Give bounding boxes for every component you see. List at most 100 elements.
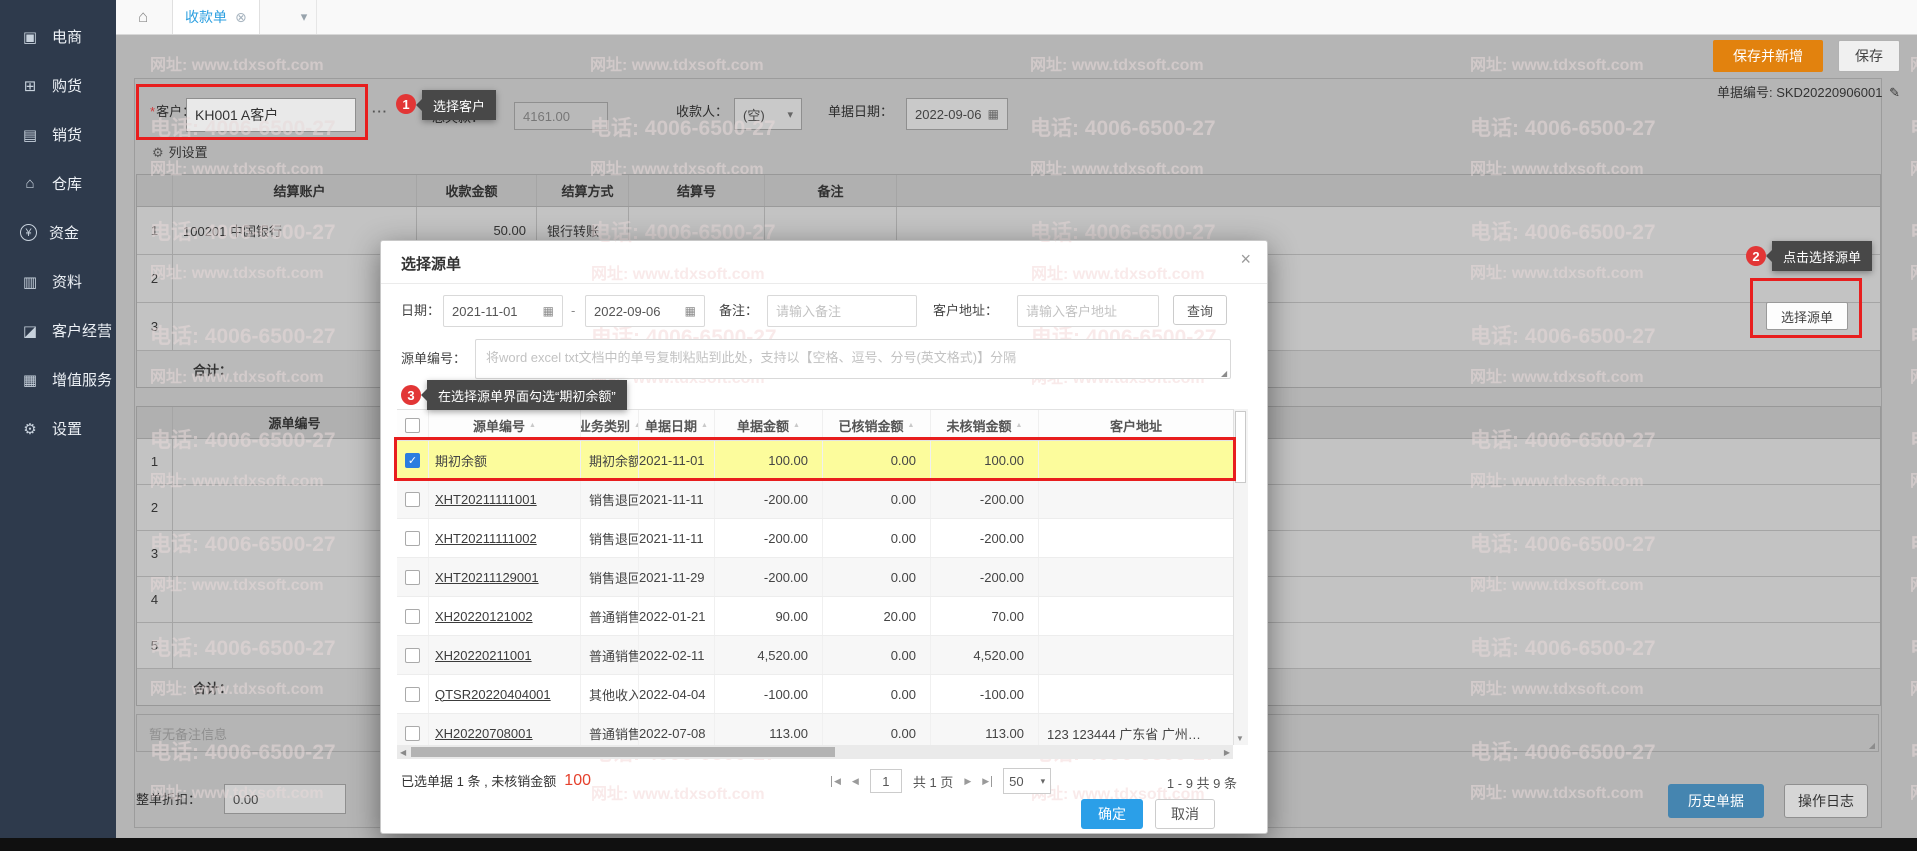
filter-date-to[interactable]: 2022-09-06▦ (585, 295, 705, 327)
address-cell (1039, 558, 1233, 596)
sidebar-item-customer[interactable]: ◪客户经营 (0, 306, 116, 355)
checkbox-cell (397, 636, 429, 674)
source-doc-row[interactable]: ✓期初余额期初余额2021-11-01100.000.00100.00 (397, 441, 1233, 480)
doc-code-cell: XHT20211129001 (429, 558, 581, 596)
sidebar-item-funds[interactable]: ¥资金 (0, 208, 116, 257)
tab-close-icon[interactable]: ⊗ (235, 9, 247, 26)
bill-date-input[interactable]: 2022-09-06▦ (906, 98, 1008, 130)
sidebar-item-label: 仓库 (52, 173, 82, 194)
payee-select[interactable]: (空)▾ (734, 98, 802, 130)
sidebar-item-data[interactable]: ▥资料 (0, 257, 116, 306)
doc-link[interactable]: XHT20211111001 (435, 492, 537, 507)
header-address[interactable]: 客户地址 (1039, 410, 1233, 440)
source-doc-row[interactable]: XHT20211111002销售退回2021-11-11-200.000.00-… (397, 519, 1233, 558)
address-cell (1039, 441, 1233, 479)
prev-page-icon[interactable]: ◀ (852, 776, 859, 787)
doc-link[interactable]: XHT20211129001 (435, 570, 539, 585)
resize-handle-icon[interactable]: ◢ (1869, 741, 1875, 750)
doc-no-label: 单据编号: (1717, 85, 1773, 100)
sidebar-item-settings[interactable]: ⚙设置 (0, 404, 116, 453)
filter-remark-input[interactable] (767, 295, 917, 327)
source-doc-row[interactable]: XH20220708001普通销售2022-07-08113.000.00113… (397, 714, 1233, 745)
row-checkbox[interactable]: ✓ (405, 453, 420, 468)
modal-close-icon[interactable]: × (1240, 249, 1251, 270)
header-amount[interactable]: 收款金额 (417, 175, 537, 206)
header-date[interactable]: 单据日期▲ (639, 410, 715, 440)
source-no-textarea[interactable] (475, 339, 1231, 379)
date-cell: 2022-07-08 (639, 714, 715, 745)
row-checkbox[interactable] (405, 609, 420, 624)
date-separator: - (571, 301, 575, 321)
vas-icon: ▦ (20, 371, 40, 389)
range-info: 1 - 9 共 9 条 (1167, 773, 1237, 792)
header-settle-no[interactable]: 结算号 (629, 175, 765, 206)
source-doc-row[interactable]: XH20220121002普通销售2022-01-2190.0020.0070.… (397, 597, 1233, 636)
vertical-scrollbar[interactable]: ▼ (1233, 409, 1248, 745)
sidebar-item-warehouse[interactable]: ⌂ 仓库 (0, 159, 116, 208)
warehouse-icon: ⌂ (20, 175, 40, 192)
source-doc-row[interactable]: XHT20211129001销售退回2021-11-29-200.000.00-… (397, 558, 1233, 597)
header-verified[interactable]: 已核销金额▲ (823, 410, 931, 440)
header-remark[interactable]: 备注 (765, 175, 897, 206)
doc-link[interactable]: XH20220708001 (435, 726, 533, 741)
doc-link[interactable]: XH20220211001 (435, 648, 532, 663)
source-doc-row[interactable]: XH20220211001普通销售2022-02-114,520.000.004… (397, 636, 1233, 675)
ok-button[interactable]: 确定 (1081, 799, 1143, 829)
sidebar-item-vas[interactable]: ▦增值服务 (0, 355, 116, 404)
cancel-button[interactable]: 取消 (1155, 799, 1215, 829)
source-no-label: 源单编号： (401, 349, 466, 369)
amount-cell: 113.00 (715, 714, 823, 745)
row-checkbox[interactable] (405, 492, 420, 507)
vertical-scrollbar-thumb[interactable] (1235, 411, 1246, 483)
checkbox-cell (397, 675, 429, 713)
doc-link[interactable]: QTSR20220404001 (435, 687, 551, 702)
sidebar-item-purchase[interactable]: ⊞购货 (0, 61, 116, 110)
last-page-icon[interactable]: ▶ (982, 776, 992, 787)
home-icon[interactable]: ⌂ (138, 7, 148, 27)
header-method[interactable]: 结算方式 (537, 175, 629, 206)
sidebar-item-sales[interactable]: ▤销货 (0, 110, 116, 159)
customer-input[interactable]: KH001 A客户 (186, 98, 356, 132)
scroll-left-icon[interactable]: ◀ (400, 748, 406, 757)
save-button[interactable]: 保存 (1838, 40, 1900, 72)
operation-log-button[interactable]: 操作日志 (1784, 784, 1868, 818)
scroll-down-icon[interactable]: ▼ (1236, 734, 1244, 743)
select-source-button[interactable]: 选择源单 (1766, 302, 1848, 330)
discount-input[interactable]: 0.00 (224, 784, 346, 814)
gear-icon: ⚙ (152, 145, 164, 160)
header-category[interactable]: 业务类别▲ (581, 410, 639, 440)
row-checkbox[interactable] (405, 531, 420, 546)
source-doc-row[interactable]: QTSR20220404001其他收入2022-04-04-100.000.00… (397, 675, 1233, 714)
sidebar-item-ecommerce[interactable]: ▣电商 (0, 12, 116, 61)
doc-link[interactable]: XHT20211111002 (435, 531, 537, 546)
search-button[interactable]: 查询 (1173, 295, 1227, 325)
filter-addr-input[interactable] (1017, 295, 1159, 327)
doc-link[interactable]: XH20220121002 (435, 609, 533, 624)
header-source-no[interactable]: 源单编号▲ (429, 410, 581, 440)
header-amount[interactable]: 单据金额▲ (715, 410, 823, 440)
filter-date-from[interactable]: 2021-11-01▦ (443, 295, 563, 327)
horizontal-scrollbar-thumb[interactable] (411, 747, 835, 757)
tab-receipt[interactable]: 收款单 ⊗ (172, 0, 260, 34)
select-all-checkbox[interactable] (405, 418, 420, 433)
row-checkbox[interactable] (405, 726, 420, 741)
source-doc-row[interactable]: XHT20211111001销售退回2021-11-11-200.000.00-… (397, 480, 1233, 519)
column-settings[interactable]: ⚙列设置 (152, 142, 208, 161)
category-cell: 销售退回 (581, 519, 639, 557)
header-unverified[interactable]: 未核销金额▲ (931, 410, 1039, 440)
edit-icon[interactable]: ✎ (1889, 85, 1900, 100)
page-size-select[interactable]: 50 ▾ (1003, 768, 1051, 794)
first-page-icon[interactable]: ◀ (831, 776, 841, 787)
tab-list-caret[interactable]: ▾ (292, 0, 317, 34)
header-account[interactable]: 结算账户 (173, 175, 417, 206)
next-page-icon[interactable]: ▶ (964, 776, 971, 787)
scroll-right-icon[interactable]: ▶ (1224, 748, 1230, 757)
horizontal-scrollbar[interactable]: ◀ ▶ (397, 745, 1233, 759)
customer-picker-button[interactable]: ··· (372, 104, 394, 124)
row-checkbox[interactable] (405, 648, 420, 663)
row-checkbox[interactable] (405, 570, 420, 585)
save-new-button[interactable]: 保存并新增 (1713, 40, 1823, 72)
page-input[interactable]: 1 (870, 769, 902, 793)
history-button[interactable]: 历史单据 (1668, 784, 1764, 818)
row-checkbox[interactable] (405, 687, 420, 702)
